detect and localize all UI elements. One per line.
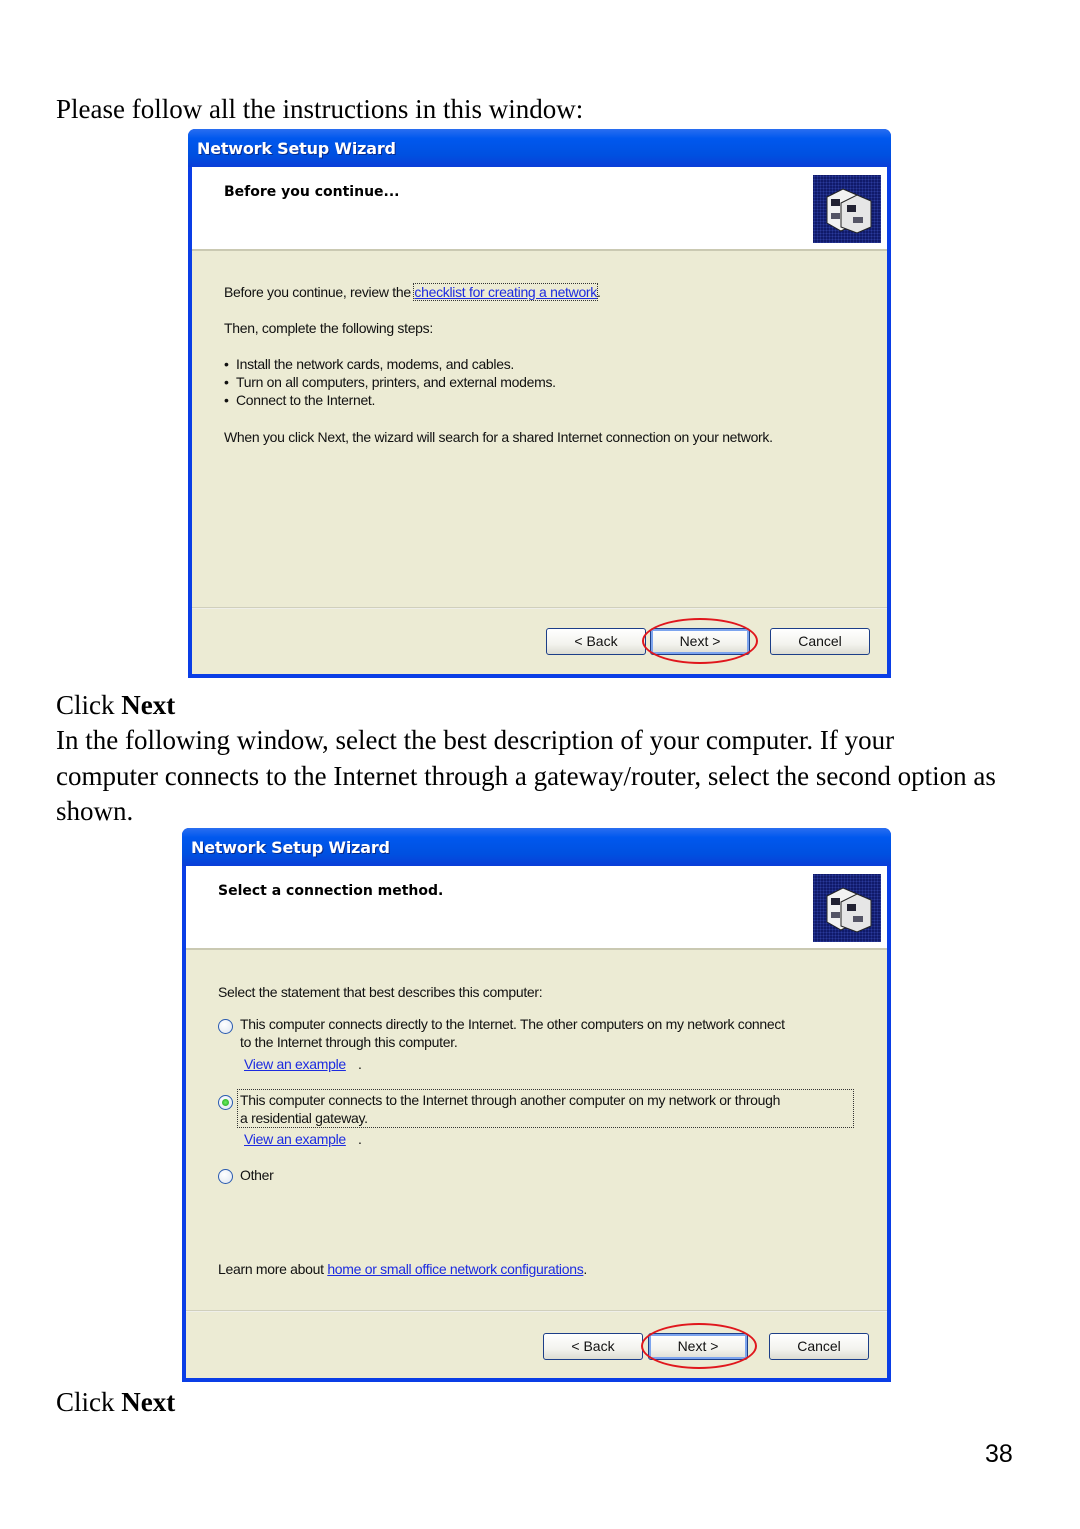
back-button[interactable]: < Back [543,1333,643,1360]
radio-selected-dot [222,1099,229,1106]
option-label[interactable]: This computer connects directly to the I… [240,1016,785,1032]
period: . [358,1056,362,1072]
step-item: • Install the network cards, modems, and … [224,356,515,372]
period: . [358,1131,362,1147]
radio-other[interactable] [218,1169,233,1184]
learn-more-text: Learn more about home or small office ne… [218,1261,587,1277]
highlight-circle [641,1323,757,1369]
option-label[interactable]: a residential gateway. [240,1110,368,1126]
network-computers-icon [813,874,881,942]
highlight-circle [642,618,758,664]
wizard-note: When you click Next, the wizard will sea… [224,429,773,445]
wizard-header: Before you continue... [192,167,887,251]
wizard-client-area: Before you continue... Before you contin… [192,167,887,674]
page-number: 38 [985,1440,1013,1468]
view-example-link[interactable]: View an example [244,1056,346,1072]
window-title: Network Setup Wizard [191,838,390,857]
step-item: • Turn on all computers, printers, and ex… [224,374,556,390]
instruction-paragraph: In the following window, select the best… [56,725,996,826]
footer-divider [186,1310,887,1312]
option-label[interactable]: to the Internet through this computer. [240,1034,458,1050]
network-computers-icon [813,175,881,243]
wizard-heading: Select a connection method. [218,883,444,899]
intro-text: Please follow all the instructions in th… [56,94,584,124]
title-bar: Network Setup Wizard [188,129,891,167]
footer-divider [192,607,887,609]
cancel-button[interactable]: Cancel [770,628,870,655]
selection-prompt: Select the statement that best describes… [218,984,543,1000]
back-button[interactable]: < Back [546,628,646,655]
cancel-button[interactable]: Cancel [769,1333,869,1360]
wizard-heading: Before you continue... [224,184,400,200]
wizard-client-area: Select a connection method. Select the s… [186,866,887,1378]
wizard-window-connection-method: Network Setup Wizard Select a connection… [182,828,891,1382]
title-bar: Network Setup Wizard [182,828,891,866]
click-next-instruction: Click Next [56,1387,176,1417]
step-item: • Connect to the Internet. [224,392,376,408]
network-configurations-link[interactable]: home or small office network configurati… [327,1261,583,1277]
checklist-link[interactable]: checklist for creating a network [413,283,598,301]
wizard-header: Select a connection method. [186,866,887,950]
radio-direct-connection[interactable] [218,1019,233,1034]
window-title: Network Setup Wizard [197,139,396,158]
wizard-window-before-you-continue: Network Setup Wizard Before you continue… [188,129,891,678]
view-example-link[interactable]: View an example [244,1131,346,1147]
radio-through-gateway[interactable] [218,1095,233,1110]
review-text: Before you continue, review the checklis… [224,283,601,301]
steps-intro: Then, complete the following steps: [224,320,433,336]
click-next-instruction: Click Next [56,690,176,720]
option-label[interactable]: Other [240,1167,274,1183]
option-label[interactable]: This computer connects to the Internet t… [240,1092,780,1108]
